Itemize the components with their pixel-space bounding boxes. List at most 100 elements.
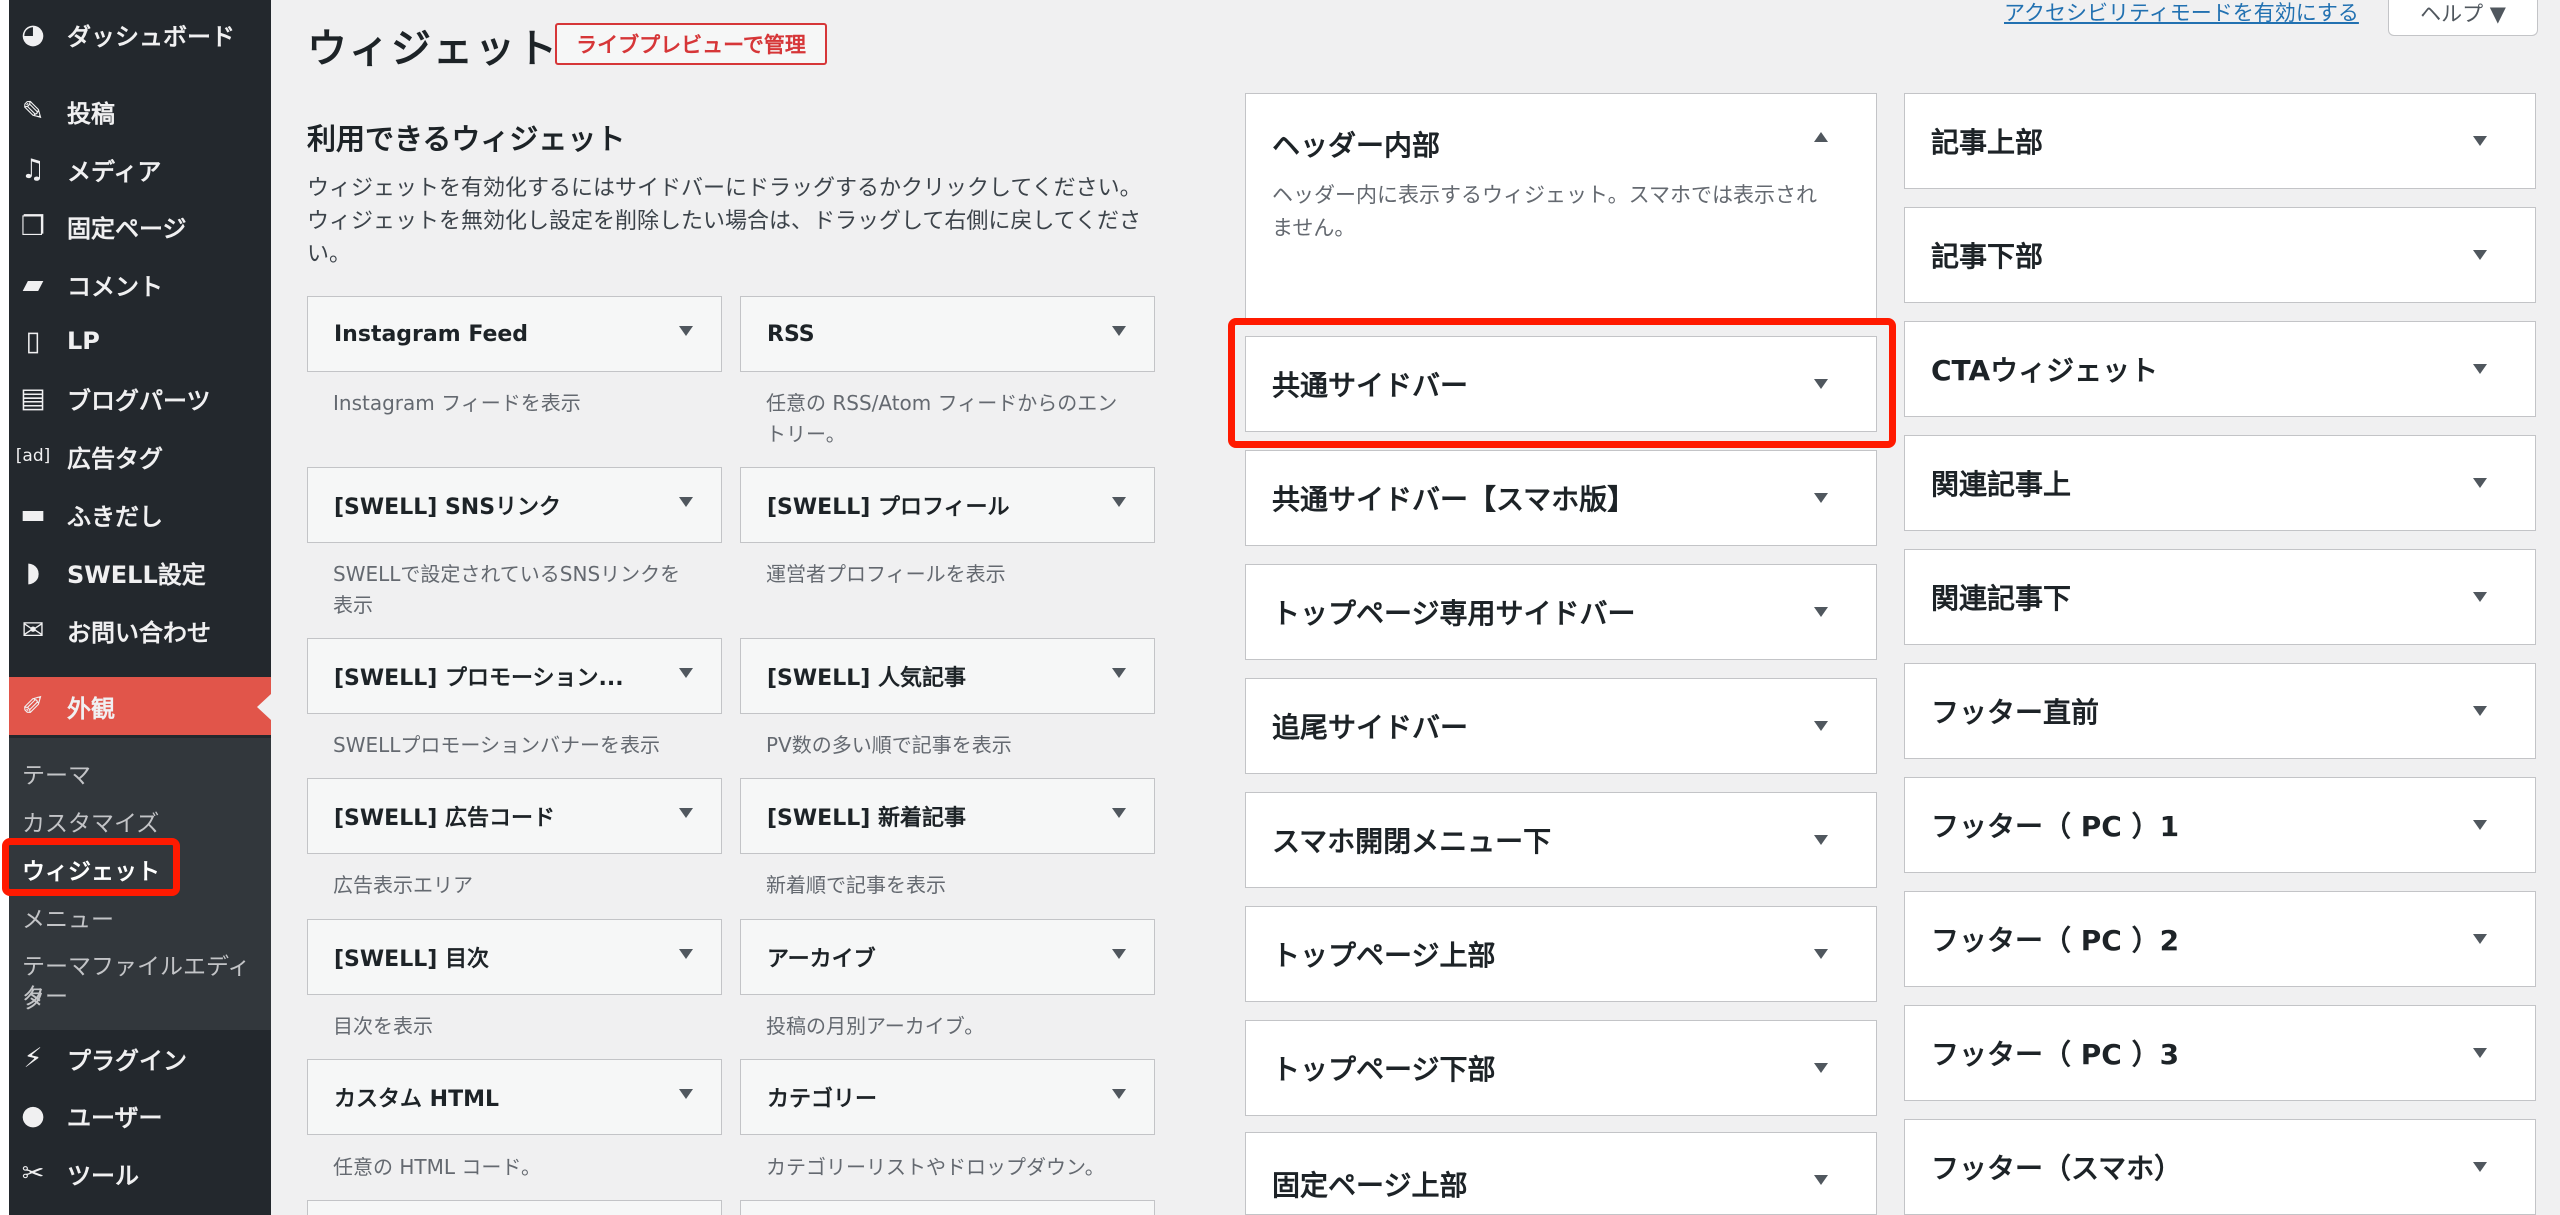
chevron-down-icon[interactable]	[2473, 136, 2487, 146]
chevron-down-icon[interactable]	[1112, 808, 1126, 818]
area-page-upper[interactable]: 固定ページ上部	[1245, 1132, 1877, 1215]
area-top-page-sidebar[interactable]: トップページ専用サイドバー	[1245, 564, 1877, 660]
menu-swell-settings[interactable]: ◗ SWELL設定	[9, 544, 271, 600]
menu-blog-parts[interactable]: ▤ ブログパーツ	[9, 370, 271, 426]
widget-swell-new-posts[interactable]: [SWELL] 新着記事	[740, 778, 1155, 854]
chevron-down-icon[interactable]	[2473, 364, 2487, 374]
area-footer-pc-2[interactable]: フッター（ PC ）2	[1904, 891, 2536, 987]
widget-swell-toc[interactable]: [SWELL] 目次	[307, 919, 722, 995]
widget-rss[interactable]: RSS	[740, 296, 1155, 372]
area-name: 関連記事上	[1931, 468, 2072, 501]
menu-ad-tag[interactable]: [ad] 広告タグ	[9, 428, 271, 484]
menu-posts[interactable]: ✎ 投稿	[9, 83, 271, 139]
menu-balloon[interactable]: ▬ ふきだし	[9, 486, 271, 542]
menu-label: ダッシュボード	[67, 22, 235, 51]
menu-lp[interactable]: ▯ LP	[9, 313, 271, 369]
chevron-down-icon[interactable]	[679, 668, 693, 678]
chevron-down-icon[interactable]	[679, 808, 693, 818]
area-sticky-sidebar[interactable]: 追尾サイドバー	[1245, 678, 1877, 774]
area-top-page-lower[interactable]: トップページ下部	[1245, 1020, 1877, 1116]
widget-description: 投稿の月別アーカイブ。	[766, 1011, 1166, 1042]
chevron-down-icon[interactable]	[1814, 493, 1828, 503]
menu-tools[interactable]: ✂ ツール	[9, 1145, 271, 1201]
chevron-down-icon[interactable]	[2473, 820, 2487, 830]
widget-custom-html[interactable]: カスタム HTML	[307, 1059, 722, 1135]
menu-label: お問い合わせ	[67, 618, 211, 647]
desc-line: カテゴリーリストやドロップダウン。	[766, 1155, 1105, 1179]
submenu-themes[interactable]: テーマ	[22, 756, 91, 790]
area-name: ヘッダー内部	[1272, 129, 1441, 162]
widget-swell-profile[interactable]: [SWELL] プロフィール	[740, 467, 1155, 543]
live-preview-button[interactable]: ライブプレビューで管理	[555, 23, 827, 65]
desc-line: ウィジェットを有効化するにはサイドバーにドラッグするかクリックしてください。	[307, 176, 1142, 201]
area-footer-pc-3[interactable]: フッター（ PC ）3	[1904, 1005, 2536, 1101]
chevron-down-icon[interactable]	[2473, 1162, 2487, 1172]
user-icon: ●	[21, 1099, 45, 1131]
chevron-down-icon[interactable]	[1112, 326, 1126, 336]
area-common-sidebar-mobile[interactable]: 共通サイドバー【スマホ版】	[1245, 450, 1877, 546]
widget-categories[interactable]: カテゴリー	[740, 1059, 1155, 1135]
area-name: トップページ上部	[1272, 939, 1496, 972]
chevron-down-icon[interactable]	[1814, 949, 1828, 959]
chevron-down-icon[interactable]	[2473, 478, 2487, 488]
menu-users[interactable]: ● ユーザー	[9, 1087, 271, 1143]
help-tab-button[interactable]: ヘルプ ▼	[2388, 0, 2538, 36]
document-icon: ▯	[25, 325, 41, 357]
chevron-down-icon[interactable]	[2473, 706, 2487, 716]
area-mobile-menu-bottom[interactable]: スマホ開閉メニュー下	[1245, 792, 1877, 888]
chevron-up-icon[interactable]	[1814, 132, 1828, 142]
widget-swell-popular-posts[interactable]: [SWELL] 人気記事	[740, 638, 1155, 714]
chevron-down-icon[interactable]	[1112, 949, 1126, 959]
media-icon: ♫	[20, 153, 46, 185]
widget-partial[interactable]	[740, 1200, 1155, 1215]
chevron-down-icon[interactable]	[679, 497, 693, 507]
menu-media[interactable]: ♫ メディア	[9, 141, 271, 197]
area-name: 追尾サイドバー	[1272, 711, 1469, 744]
menu-pages[interactable]: ❐ 固定ページ	[9, 198, 271, 254]
area-footer-mobile[interactable]: フッター（スマホ）	[1904, 1119, 2536, 1215]
accessibility-mode-link[interactable]: アクセシビリティモードを有効にする	[2004, 0, 2359, 27]
area-name: 記事下部	[1931, 240, 2044, 273]
area-top-page-upper[interactable]: トップページ上部	[1245, 906, 1877, 1002]
area-before-footer[interactable]: フッター直前	[1904, 663, 2536, 759]
chevron-down-icon[interactable]	[679, 326, 693, 336]
area-footer-pc-1[interactable]: フッター（ PC ）1	[1904, 777, 2536, 873]
area-cta-widget[interactable]: CTAウィジェット	[1904, 321, 2536, 417]
chevron-down-icon[interactable]	[2473, 934, 2487, 944]
widget-partial[interactable]	[307, 1200, 722, 1215]
chevron-down-icon[interactable]	[679, 949, 693, 959]
menu-label: SWELL設定	[67, 560, 206, 589]
chevron-down-icon[interactable]	[1112, 497, 1126, 507]
widget-archives[interactable]: アーカイブ	[740, 919, 1155, 995]
chevron-down-icon[interactable]	[1112, 1089, 1126, 1099]
chevron-down-icon[interactable]	[1814, 607, 1828, 617]
chevron-down-icon[interactable]	[1112, 668, 1126, 678]
menu-dashboard[interactable]: ◕ ダッシュボード	[9, 6, 271, 62]
area-article-top[interactable]: 記事上部	[1904, 93, 2536, 189]
widget-instagram-feed[interactable]: Instagram Feed	[307, 296, 722, 372]
chevron-down-icon[interactable]	[679, 1089, 693, 1099]
menu-contact[interactable]: ✉ お問い合わせ	[9, 602, 271, 658]
menu-plugins[interactable]: ⚡ プラグイン	[9, 1030, 271, 1086]
area-related-bottom[interactable]: 関連記事下	[1904, 549, 2536, 645]
chevron-down-icon[interactable]	[2473, 1048, 2487, 1058]
submenu-customize[interactable]: カスタマイズ	[22, 804, 159, 838]
chevron-down-icon[interactable]	[2473, 592, 2487, 602]
menu-appearance[interactable]: ✐ 外観	[9, 677, 271, 735]
submenu-menus[interactable]: メニュー	[22, 900, 114, 934]
widget-swell-sns-links[interactable]: [SWELL] SNSリンク	[307, 467, 722, 543]
area-related-top[interactable]: 関連記事上	[1904, 435, 2536, 531]
area-name: CTAウィジェット	[1931, 354, 2159, 387]
widget-swell-ad-code[interactable]: [SWELL] 広告コード	[307, 778, 722, 854]
chevron-down-icon[interactable]	[2473, 250, 2487, 260]
chevron-down-icon[interactable]	[1814, 1175, 1828, 1185]
widget-swell-promotion[interactable]: [SWELL] プロモーション...	[307, 638, 722, 714]
chevron-down-icon[interactable]	[1814, 835, 1828, 845]
chevron-down-icon[interactable]	[1814, 1063, 1828, 1073]
wrench-icon: ✂	[21, 1157, 45, 1189]
area-article-bottom[interactable]: 記事下部	[1904, 207, 2536, 303]
menu-comments[interactable]: ▰ コメント	[9, 256, 271, 312]
chevron-down-icon[interactable]	[1814, 721, 1828, 731]
area-name: 記事上部	[1931, 126, 2044, 159]
area-header-inner[interactable]: ヘッダー内部 ヘッダー内に表示するウィジェット。スマホでは表示され ません。	[1245, 93, 1877, 321]
